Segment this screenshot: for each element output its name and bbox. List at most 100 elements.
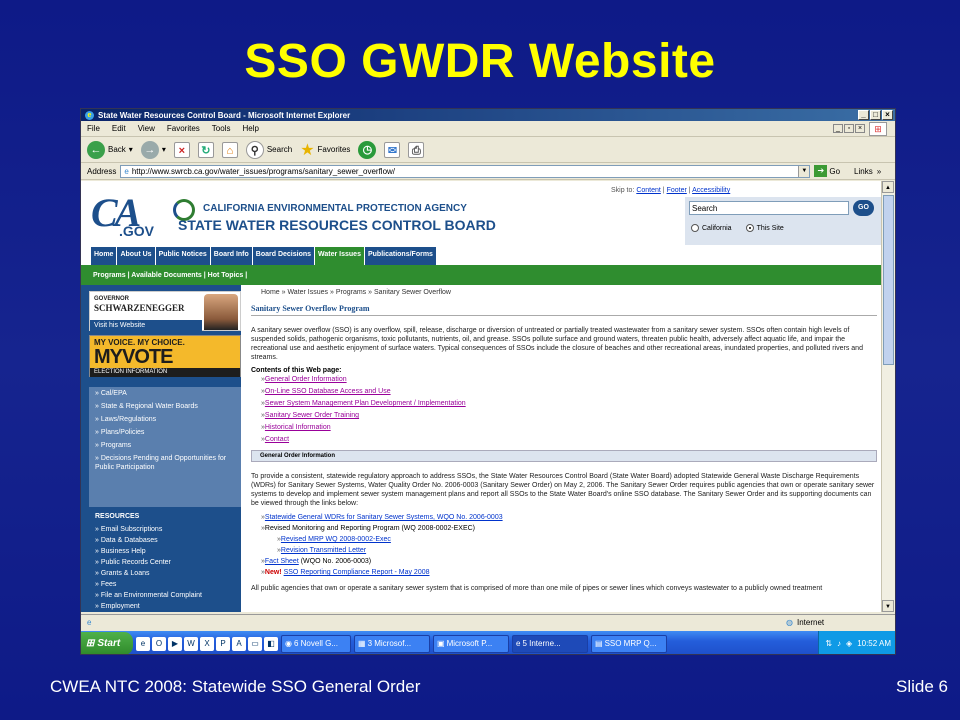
resource-item[interactable]: File an Environmental Complaint — [89, 590, 241, 601]
desktop-quicklaunch-icon[interactable]: ◧ — [264, 636, 278, 651]
contents-link[interactable]: Sewer System Management Plan Development… — [265, 400, 466, 407]
chevron-right-icon[interactable]: » — [877, 167, 881, 176]
skip-content-link[interactable]: Content — [636, 187, 661, 194]
tab-board-info[interactable]: Board Info — [210, 247, 252, 265]
scroll-thumb[interactable] — [883, 195, 894, 365]
ca-gov-logo[interactable]: CA .GOV — [91, 189, 154, 239]
history-icon[interactable]: ◷ — [358, 140, 377, 159]
resource-item[interactable]: Employment — [89, 601, 241, 612]
search-button[interactable]: ⚲ Search — [245, 140, 292, 159]
outlook-quicklaunch-icon[interactable]: O — [152, 636, 166, 651]
menu-favorites[interactable]: Favorites — [167, 124, 200, 133]
quick-launch: e O ▶ W X P A ▭ ◧ — [136, 636, 278, 651]
left-nav-item[interactable]: Programs — [89, 439, 241, 452]
address-dropdown-icon[interactable]: ▼ — [798, 165, 810, 177]
menu-file[interactable]: File — [87, 124, 100, 133]
vertical-scrollbar[interactable]: ▲ ▼ — [881, 181, 895, 612]
word-quicklaunch-icon[interactable]: W — [184, 636, 198, 651]
favorites-button[interactable]: ★ Favorites — [300, 140, 350, 160]
address-input[interactable]: e http://www.swrcb.ca.gov/water_issues/p… — [120, 164, 811, 178]
doc-restore-icon[interactable]: ▫ — [844, 124, 854, 133]
tab-water-issues[interactable]: Water Issues — [315, 247, 364, 265]
governor-banner[interactable]: GOVERNOR SCHWARZENEGGER Visit his Websit… — [89, 291, 241, 332]
task-powerpoint[interactable]: ▣ Microsoft P... — [433, 634, 509, 653]
site-search-go-button[interactable]: GO — [853, 200, 874, 216]
task-sso-mrp[interactable]: ▤ SSO MRP Q... — [591, 634, 667, 653]
tray-network-icon[interactable]: ⇅ — [825, 639, 832, 648]
ie-quicklaunch-icon[interactable]: e — [136, 636, 150, 651]
folder-quicklaunch-icon[interactable]: ▭ — [248, 636, 262, 651]
resource-item[interactable]: Data & Databases — [89, 535, 241, 546]
task-excel[interactable]: ▦ 3 Microsof... — [354, 634, 430, 653]
maximize-icon[interactable]: □ — [870, 110, 881, 120]
left-nav-item[interactable]: State & Regional Water Boards — [89, 400, 241, 413]
home-icon[interactable]: ⌂ — [221, 141, 238, 158]
fact-sheet-link[interactable]: Fact Sheet — [265, 558, 299, 565]
menu-tools[interactable]: Tools — [212, 124, 231, 133]
scroll-down-icon[interactable]: ▼ — [882, 600, 894, 612]
menu-view[interactable]: View — [138, 124, 155, 133]
sub-nav[interactable]: Programs | Available Documents | Hot Top… — [81, 265, 883, 285]
chevron-down-icon[interactable]: ▾ — [162, 145, 166, 154]
menu-help[interactable]: Help — [242, 124, 258, 133]
chevron-down-icon[interactable]: ▾ — [129, 145, 133, 154]
skip-accessibility-link[interactable]: Accessibility — [692, 187, 730, 194]
links-button[interactable]: Links — [854, 167, 873, 176]
transmittal-link[interactable]: Revision Transmitted Letter — [281, 547, 366, 554]
tab-public-notices[interactable]: Public Notices — [155, 247, 210, 265]
radio-this-site[interactable]: This Site — [745, 224, 784, 232]
refresh-icon[interactable]: ↻ — [197, 141, 214, 158]
breadcrumb[interactable]: Home » Water Issues » Programs » Sanitar… — [251, 289, 877, 296]
start-button[interactable]: ⊞ Start — [81, 632, 133, 654]
excel-quicklaunch-icon[interactable]: X — [200, 636, 214, 651]
media-quicklaunch-icon[interactable]: ▶ — [168, 636, 182, 651]
governor-link[interactable]: Visit his Website — [90, 320, 202, 332]
print-icon[interactable]: ⎙ — [408, 141, 425, 158]
mail-icon[interactable]: ✉ — [384, 141, 401, 158]
menu-edit[interactable]: Edit — [112, 124, 126, 133]
contents-link[interactable]: Historical Information — [265, 424, 331, 431]
wdr-link[interactable]: Statewide General WDRs for Sanitary Sewe… — [265, 514, 503, 521]
contents-link[interactable]: General Order Information — [265, 376, 347, 383]
resource-item[interactable]: Business Help — [89, 546, 241, 557]
contents-link[interactable]: Sanitary Sewer Order Training — [265, 412, 359, 419]
back-button[interactable]: ← Back ▾ — [87, 140, 133, 159]
left-nav-item[interactable]: Plans/Policies — [89, 426, 241, 439]
powerpoint-quicklaunch-icon[interactable]: P — [216, 636, 230, 651]
doc-close-icon[interactable]: × — [855, 124, 865, 133]
doc-minimize-icon[interactable]: _ — [833, 124, 843, 133]
radio-california[interactable]: California — [691, 224, 732, 232]
compliance-link[interactable]: SSO Reporting Compliance Report - May 20… — [284, 569, 430, 576]
go-button[interactable]: ➔ Go — [814, 165, 840, 177]
contents-link[interactable]: Contact — [265, 436, 289, 443]
resource-item[interactable]: Public Records Center — [89, 557, 241, 568]
stop-icon[interactable]: × — [173, 141, 190, 158]
address-value: http://www.swrcb.ca.gov/water_issues/pro… — [131, 166, 396, 176]
task-novell[interactable]: ◉ 6 Novell G... — [281, 634, 351, 653]
tab-home[interactable]: Home — [91, 247, 117, 265]
skip-footer-link[interactable]: Footer — [667, 187, 687, 194]
minimize-icon[interactable]: _ — [858, 110, 869, 120]
close-icon[interactable]: × — [882, 110, 893, 120]
left-nav-item[interactable]: Cal/EPA — [89, 387, 241, 400]
left-nav-item[interactable]: Laws/Regulations — [89, 413, 241, 426]
clock[interactable]: 10:52 AM — [857, 639, 891, 648]
resource-item[interactable]: Email Subscriptions — [89, 524, 241, 535]
mrp-exec-link[interactable]: Revised MRP WQ 2008-0002-Exec — [281, 536, 391, 543]
tab-board-decisions[interactable]: Board Decisions — [252, 247, 315, 265]
tab-about-us[interactable]: About Us — [117, 247, 155, 265]
contents-link-item: Sanitary Sewer Order Training — [251, 410, 877, 422]
myvote-banner[interactable]: MY VOICE. MY CHOICE. MYVOTE ELECTION INF… — [89, 335, 241, 377]
tab-publications-forms[interactable]: Publications/Forms — [364, 247, 436, 265]
task-internet[interactable]: e5 Interne... — [512, 634, 588, 653]
tray-volume-icon[interactable]: ♪ — [837, 639, 841, 648]
resource-item[interactable]: Grants & Loans — [89, 568, 241, 579]
resource-item[interactable]: Fees — [89, 579, 241, 590]
acrobat-quicklaunch-icon[interactable]: A — [232, 636, 246, 651]
contents-link[interactable]: On-Line SSO Database Access and Use — [265, 388, 391, 395]
scroll-up-icon[interactable]: ▲ — [882, 181, 894, 193]
forward-button[interactable]: → ▾ — [140, 140, 166, 159]
tray-shield-icon[interactable]: ◈ — [846, 639, 852, 648]
left-nav-item[interactable]: Decisions Pending and Opportunities for … — [89, 452, 241, 474]
site-search-input[interactable]: Search — [689, 201, 849, 215]
